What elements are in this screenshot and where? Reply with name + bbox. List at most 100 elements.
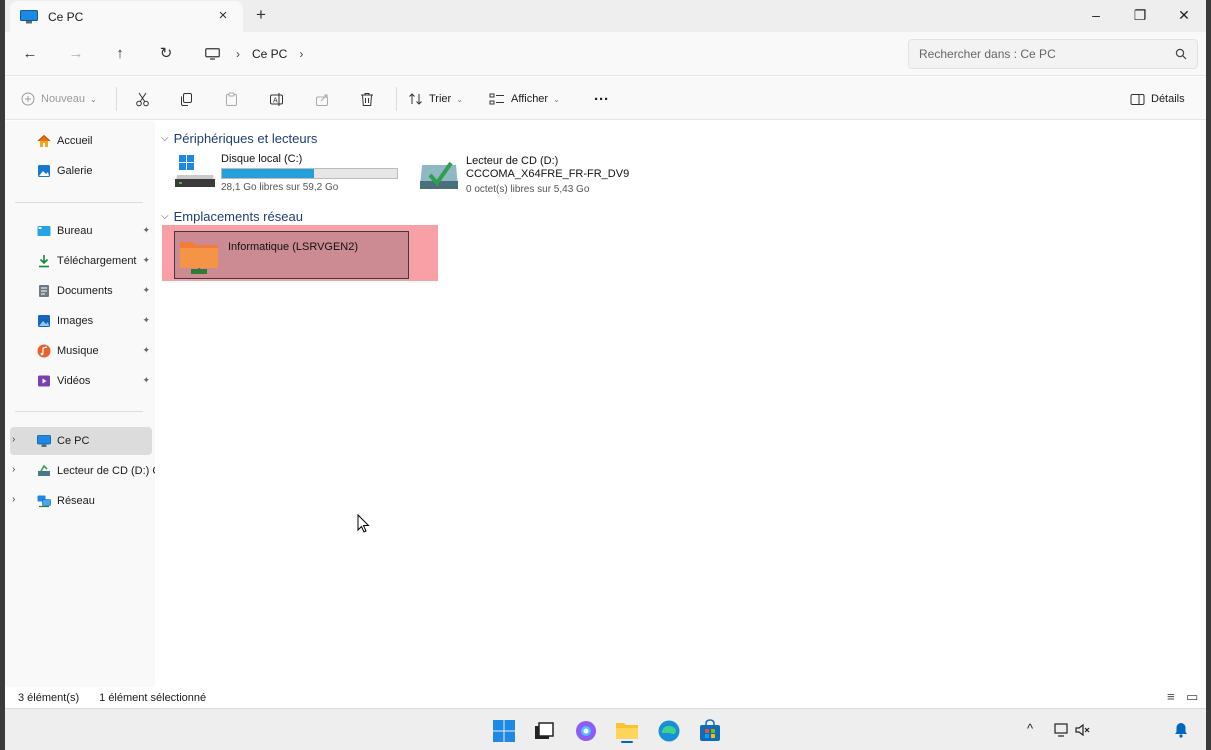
drive-item-c[interactable]: Disque local (C:) 28,1 Go libres sur 59,… <box>173 153 398 195</box>
toolbar-divider <box>116 87 117 111</box>
sidebar-item-label: Réseau <box>57 495 95 507</box>
cd-drive-icon <box>38 464 50 476</box>
refresh-button[interactable]: ↻ <box>152 41 180 67</box>
details-pane-icon <box>1130 93 1145 105</box>
tab-close-icon[interactable]: × <box>213 6 233 26</box>
title-bar: Ce PC × + – ❐ ✕ <box>5 0 1206 32</box>
sidebar-item-music[interactable]: Musique ✦ <box>15 337 152 365</box>
mouse-cursor-icon <box>357 514 370 533</box>
breadcrumb-separator[interactable]: › <box>299 47 303 61</box>
network-icon <box>37 495 51 508</box>
clipboard-icon <box>226 92 237 106</box>
sidebar-item-videos[interactable]: Vidéos ✦ <box>15 367 152 395</box>
sidebar-item-cd-drive[interactable]: › Lecteur de CD (D:) C <box>10 457 155 485</box>
pin-icon[interactable]: ✦ <box>142 345 150 356</box>
minimize-button[interactable]: – <box>1074 0 1118 30</box>
gallery-icon <box>38 165 50 177</box>
details-view-icon[interactable]: ≡ <box>1167 689 1175 704</box>
sort-button-label: Trier <box>429 93 452 105</box>
desktop-icon <box>37 226 51 236</box>
breadcrumb-ce-pc[interactable]: Ce PC <box>252 47 287 61</box>
pin-icon[interactable]: ✦ <box>142 315 150 326</box>
sidebar-item-pictures[interactable]: Images ✦ <box>15 307 152 335</box>
new-tab-icon[interactable]: + <box>251 5 271 25</box>
sidebar-item-network[interactable]: › Réseau <box>10 487 152 515</box>
sort-button[interactable]: Trier ⌄ <box>408 86 463 112</box>
chevron-down-icon: ⌄ <box>456 94 463 104</box>
file-explorer-icon[interactable] <box>615 719 639 743</box>
new-button[interactable]: Nouveau ⌄ <box>21 86 97 112</box>
notification-bell-icon[interactable] <box>1174 722 1188 738</box>
download-icon <box>39 255 49 268</box>
search-input[interactable] <box>919 47 1175 61</box>
sidebar-item-this-pc[interactable]: › Ce PC <box>10 427 152 455</box>
sidebar-item-label: Images <box>57 315 94 327</box>
search-box[interactable] <box>908 39 1198 69</box>
cut-button[interactable] <box>135 86 156 112</box>
tab-ce-pc[interactable]: Ce PC × <box>10 1 243 32</box>
drive-free-space: 28,1 Go libres sur 59,2 Go <box>221 182 339 193</box>
network-status-icon[interactable] <box>1054 722 1070 738</box>
share-button[interactable] <box>315 86 336 112</box>
delete-button[interactable] <box>360 86 380 112</box>
pin-icon[interactable]: ✦ <box>142 255 150 266</box>
start-icon[interactable] <box>492 719 516 743</box>
volume-muted-icon[interactable] <box>1075 722 1091 738</box>
sidebar-item-home[interactable]: Accueil <box>15 127 152 155</box>
group-header-devices[interactable]: ⌵ Périphériques et lecteurs <box>161 131 317 146</box>
details-button[interactable]: Détails <box>1130 86 1185 112</box>
svg-text:A: A <box>273 97 278 104</box>
group-header-network[interactable]: ⌵ Emplacements réseau <box>161 209 303 224</box>
drive-text: Lecteur de CD (D:) CCCOMA_X64FRE_FR-FR_D… <box>466 155 629 197</box>
details-button-label: Détails <box>1151 93 1185 105</box>
store-icon[interactable] <box>698 719 722 743</box>
pin-icon[interactable]: ✦ <box>142 375 150 386</box>
address-bar[interactable]: › Ce PC › <box>195 39 897 69</box>
taskbar: ^ <box>5 708 1206 750</box>
rename-button[interactable]: A <box>269 86 290 112</box>
view-button-label: Afficher <box>511 93 549 105</box>
sidebar-item-gallery[interactable]: Galerie <box>15 157 152 185</box>
paste-button[interactable] <box>224 86 245 112</box>
command-bar: Nouveau ⌄ A Trier ⌄ Afficher ⌄ ··· Détai… <box>5 77 1206 120</box>
edge-icon[interactable] <box>657 719 681 743</box>
sidebar-item-documents[interactable]: Documents ✦ <box>15 277 152 305</box>
drive-usage-fill <box>222 169 314 178</box>
sidebar-item-downloads[interactable]: Téléchargement ✦ <box>15 247 152 275</box>
drive-item-d[interactable]: Lecteur de CD (D:) CCCOMA_X64FRE_FR-FR_D… <box>418 155 629 197</box>
view-button[interactable]: Afficher ⌄ <box>489 86 560 112</box>
sidebar-item-label: Lecteur de CD (D:) C <box>57 465 155 477</box>
address-row: ← → ↑ ↻ › Ce PC › <box>5 32 1206 76</box>
task-view-icon[interactable] <box>532 719 556 743</box>
expand-chevron-icon[interactable]: › <box>12 464 15 475</box>
copy-button[interactable] <box>179 86 200 112</box>
home-icon <box>37 134 51 147</box>
forward-button[interactable]: → <box>62 41 90 67</box>
content-area[interactable]: ⌵ Périphériques et lecteurs Disque local… <box>155 121 1206 687</box>
expand-chevron-icon[interactable]: › <box>12 494 15 505</box>
chevron-down-icon: ⌵ <box>161 211 169 222</box>
monitor-icon <box>205 48 220 60</box>
tiles-view-icon[interactable]: ▭ <box>1186 689 1198 705</box>
music-icon <box>37 344 51 358</box>
network-folder-icon <box>180 242 218 274</box>
maximize-button[interactable]: ❐ <box>1118 0 1162 30</box>
tray-chevron-up-icon[interactable]: ^ <box>1027 721 1033 736</box>
network-location-name: Informatique (LSRVGEN2) <box>228 241 359 253</box>
expand-chevron-icon[interactable]: › <box>12 434 15 445</box>
cd-drive-icon <box>420 161 458 189</box>
pin-icon[interactable]: ✦ <box>142 225 150 236</box>
back-button[interactable]: ← <box>16 41 44 67</box>
breadcrumb-separator[interactable]: › <box>236 47 240 61</box>
network-location-item[interactable]: Informatique (LSRVGEN2) <box>162 225 438 281</box>
sidebar-item-label: Bureau <box>57 225 93 237</box>
pin-icon[interactable]: ✦ <box>142 285 150 296</box>
more-options-button[interactable]: ··· <box>594 86 609 112</box>
sidebar-item-desktop[interactable]: Bureau ✦ <box>15 217 152 245</box>
drive-text: Disque local (C:) 28,1 Go libres sur 59,… <box>221 153 398 195</box>
sidebar-item-label: Documents <box>57 285 113 297</box>
up-button[interactable]: ↑ <box>106 41 134 67</box>
close-button[interactable]: ✕ <box>1162 0 1206 30</box>
scissors-icon <box>136 92 149 106</box>
copilot-icon[interactable] <box>574 719 598 743</box>
